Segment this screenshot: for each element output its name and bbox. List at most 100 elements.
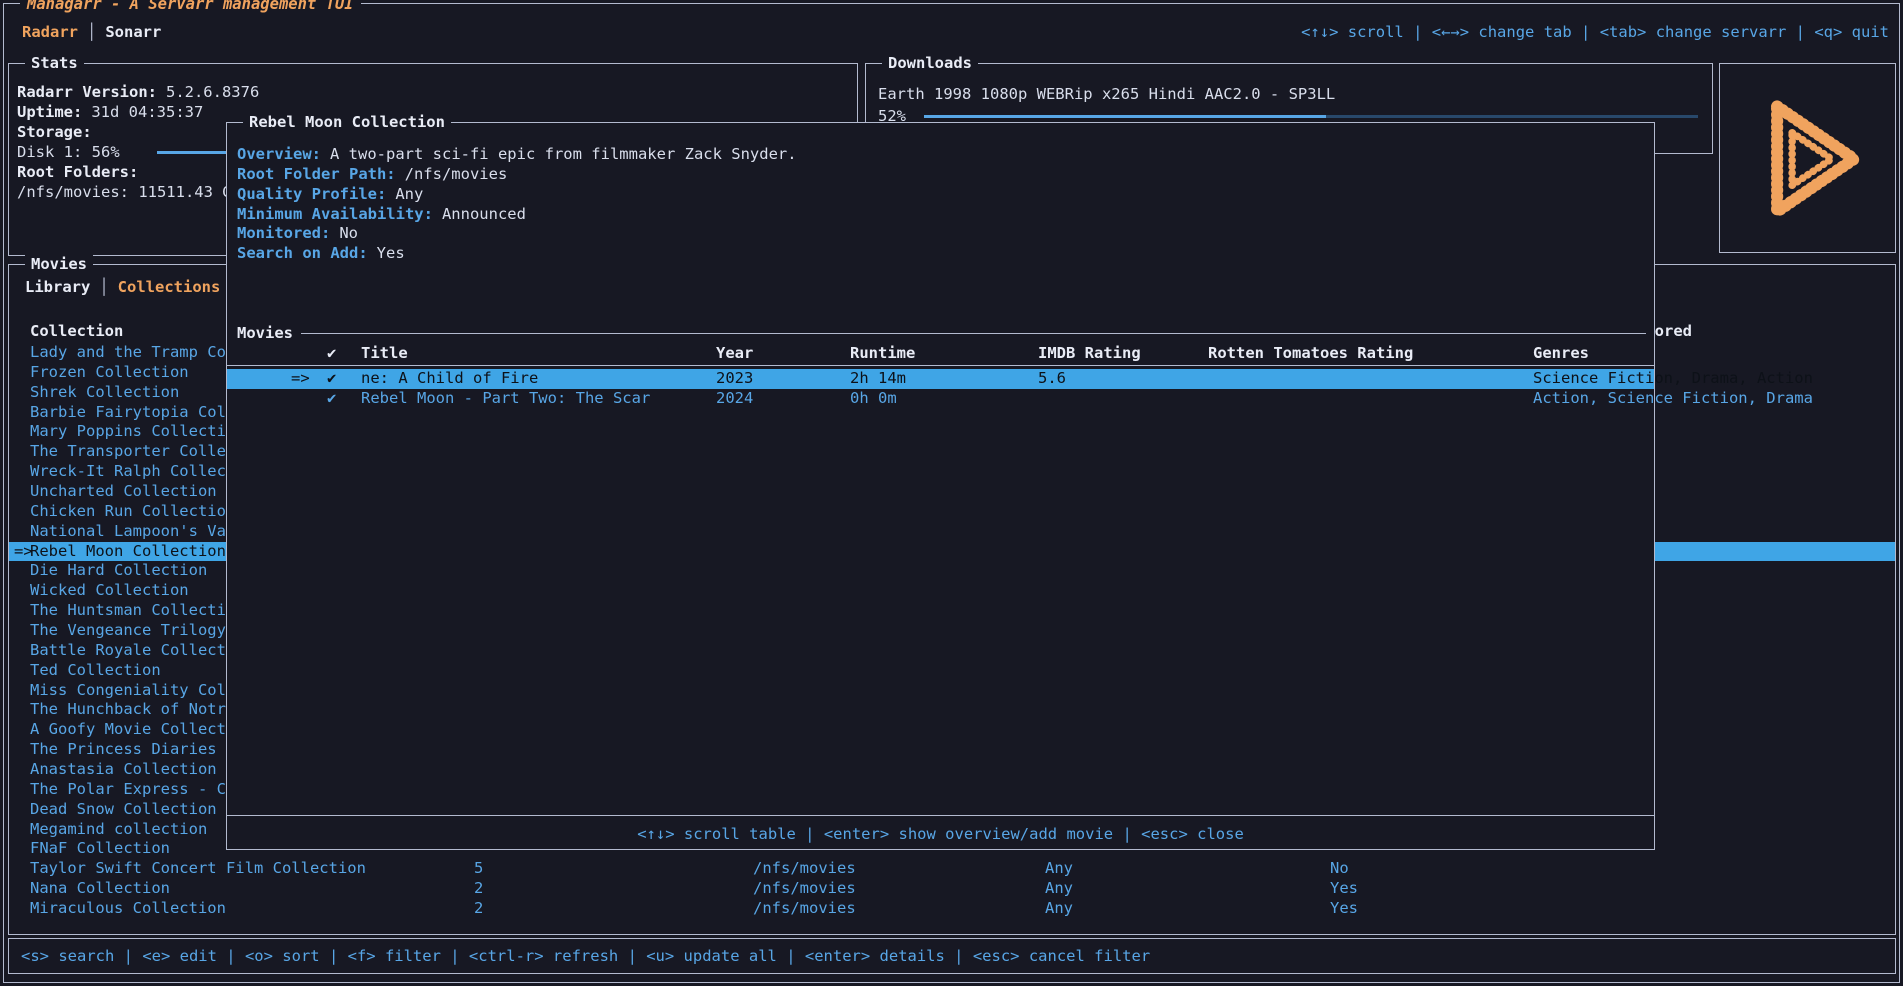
collection-root-folder: /nfs/movies: [753, 859, 856, 879]
modal-table-header: ✔ Title Year Runtime IMDB Rating Rotten …: [227, 343, 1654, 363]
logo-panel: [1719, 63, 1896, 253]
field-value: A two-part sci-fi epic from filmmaker Za…: [330, 145, 797, 163]
footer-keybinds: <s> search | <e> edit | <o> sort | <f> f…: [21, 939, 1150, 973]
column-header-rotten-tomatoes: Rotten Tomatoes Rating: [1208, 343, 1413, 363]
collection-name: Rebel Moon Collection: [30, 542, 226, 562]
collection-row[interactable]: Taylor Swift Concert Film Collection 5 /…: [9, 859, 1895, 879]
field-value: /nfs/movies: [405, 165, 508, 183]
servarr-tabs: Radarr│Sonarr: [18, 22, 165, 42]
header-divider: [227, 365, 1654, 366]
collection-name: Anastasia Collection: [30, 760, 217, 780]
stats-panel-title: Stats: [25, 53, 84, 73]
tab-radarr[interactable]: Radarr: [18, 23, 82, 41]
disk-label: Disk 1:: [17, 143, 82, 161]
column-header-runtime: Runtime: [850, 343, 915, 363]
collection-root-folder: /nfs/movies: [753, 879, 856, 899]
collection-name: Dead Snow Collection: [30, 800, 217, 820]
tab-sonarr[interactable]: Sonarr: [101, 23, 165, 41]
collection-quality-profile: Any: [1045, 859, 1073, 879]
collection-root-folder: /nfs/movies: [753, 899, 856, 919]
collection-name: The Transporter Colle: [30, 442, 226, 462]
collection-name: The Huntsman Collecti: [30, 601, 226, 621]
section-divider: [301, 333, 1646, 334]
detail-field: Root Folder Path:/nfs/movies: [237, 165, 1644, 185]
collection-name: National Lampoon's Va: [30, 522, 226, 542]
collection-row[interactable]: Nana Collection 2 /nfs/movies Any Yes: [9, 879, 1895, 899]
collection-name: Lady and the Tramp Co: [30, 343, 226, 363]
collection-search-on-add: Yes: [1330, 899, 1358, 919]
collection-row[interactable]: Miraculous Collection 2 /nfs/movies Any …: [9, 899, 1895, 919]
download-progress-fill: [924, 115, 1326, 118]
version-label: Radarr Version:: [17, 83, 157, 101]
uptime-label: Uptime:: [17, 103, 82, 121]
collection-name: The Hunchback of Notr: [30, 700, 226, 720]
root-folder-value: /nfs/movies: 11511.43 GB: [17, 183, 241, 201]
storage-label: Storage:: [17, 123, 92, 141]
column-header-monitored-check-icon: ✔: [327, 343, 336, 363]
field-label: Overview:: [237, 145, 321, 163]
field-label: Search on Add:: [237, 244, 368, 262]
movie-genres: Science Fiction, Drama, Action: [1533, 369, 1813, 389]
collection-movie-count: 2: [474, 879, 483, 899]
collection-movie-count: 2: [474, 899, 483, 919]
collection-name: FNaF Collection: [30, 839, 170, 859]
monitored-check-icon: ✔: [327, 369, 336, 389]
collection-name: Battle Royale Collect: [30, 641, 226, 661]
collection-details-modal: Rebel Moon Collection Overview:A two-par…: [226, 122, 1655, 850]
collection-name: Taylor Swift Concert Film Collection: [30, 859, 366, 879]
tab-collections[interactable]: Collections: [114, 278, 225, 296]
field-label: Minimum Availability:: [237, 205, 433, 223]
collection-name: The Polar Express - C: [30, 780, 226, 800]
collection-name: Frozen Collection: [30, 363, 189, 383]
detail-field: Minimum Availability: Announced: [237, 205, 1644, 225]
field-value: Yes: [377, 244, 405, 262]
movie-row[interactable]: ✔ Rebel Moon - Part Two: The Scar 2024 0…: [227, 389, 1654, 409]
tab-library[interactable]: Library: [21, 278, 94, 296]
movie-row[interactable]: => ✔ ne: A Child of Fire 2023 2h 14m 5.6…: [227, 369, 1654, 389]
movies-tabs: Library│Collections: [21, 277, 224, 297]
managarr-play-logo-icon: [1734, 84, 1884, 234]
collection-search-on-add: No: [1330, 859, 1349, 879]
disk-percent: 56%: [92, 143, 120, 161]
detail-field: Quality Profile: Any: [237, 185, 1644, 205]
collection-search-on-add: Yes: [1330, 879, 1358, 899]
collection-name: Megamind collection: [30, 820, 207, 840]
movie-genres: Action, Science Fiction, Drama: [1533, 389, 1813, 409]
detail-field: Search on Add: Yes: [237, 244, 1644, 264]
collection-name: A Goofy Movie Collect: [30, 720, 226, 740]
modal-movies-section-title: Movies: [237, 323, 293, 343]
root-folders-label: Root Folders:: [17, 163, 138, 181]
movie-title: Rebel Moon - Part Two: The Scar: [361, 389, 650, 409]
collection-name: Chicken Run Collectio: [30, 502, 226, 522]
collection-name: Nana Collection: [30, 879, 170, 899]
header-keybinds: <↑↓> scroll | <←→> change tab | <tab> ch…: [1301, 22, 1889, 42]
field-label: Monitored:: [237, 224, 330, 242]
collection-name: Wicked Collection: [30, 581, 189, 601]
version-value: 5.2.6.8376: [166, 83, 259, 101]
collection-quality-profile: Any: [1045, 879, 1073, 899]
field-label: Quality Profile:: [237, 185, 386, 203]
field-value: Announced: [442, 205, 526, 223]
footer-divider: [227, 815, 1654, 816]
detail-field: Overview: A two-part sci-fi epic from fil…: [237, 145, 1644, 165]
movie-title: ne: A Child of Fire: [361, 369, 538, 389]
collection-name: Miraculous Collection: [30, 899, 226, 919]
column-header-title: Title: [361, 343, 408, 363]
collection-name: Miss Congeniality Col: [30, 681, 226, 701]
movie-runtime: 2h 14m: [850, 369, 906, 389]
app-title: Managarr - A Servarr management TUI: [20, 0, 361, 14]
movie-imdb-rating: 5.6: [1038, 369, 1066, 389]
managarr-app: Managarr - A Servarr management TUI Rada…: [0, 0, 1903, 986]
modal-keybinds: <↑↓> scroll table | <enter> show overvie…: [227, 821, 1654, 847]
movie-year: 2023: [716, 369, 753, 389]
column-header-genres: Genres: [1533, 343, 1589, 363]
collection-name: The Princess Diaries: [30, 740, 217, 760]
movie-runtime: 0h 0m: [850, 389, 897, 409]
download-item-name: Earth 1998 1080p WEBRip x265 Hindi AAC2.…: [878, 84, 1335, 104]
field-value: No: [339, 224, 358, 242]
downloads-panel-title: Downloads: [882, 53, 978, 73]
field-value: Any: [395, 185, 423, 203]
column-header-year: Year: [716, 343, 753, 363]
modal-movies-list: => ✔ ne: A Child of Fire 2023 2h 14m 5.6…: [227, 369, 1654, 409]
version-row: Radarr Version: 5.2.6.8376: [17, 82, 851, 102]
